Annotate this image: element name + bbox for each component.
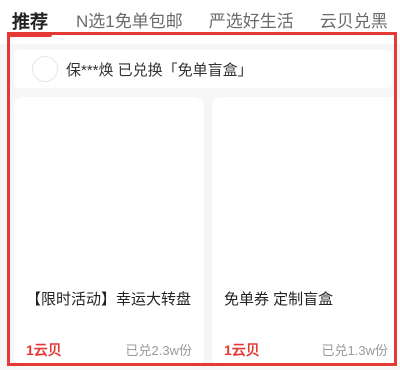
product-image xyxy=(212,97,400,277)
tab-label: 云贝兑黑 xyxy=(319,12,388,31)
tab-recommend[interactable]: 推荐 xyxy=(8,0,52,44)
exchange-notice-text: 保***焕 已兑换「免单盲盒」 xyxy=(66,61,253,79)
tab-cloud-coin-exchange[interactable]: 云贝兑黑 xyxy=(320,0,388,44)
app-screen: 推荐 N选1免单包邮 严选好生活 云贝兑黑 保***焕 已兑换「免单盲盒」 【限… xyxy=(0,0,400,370)
tab-good-life[interactable]: 严选好生活 xyxy=(209,0,294,44)
product-title: 免单券 定制盲盒 xyxy=(224,291,334,308)
product-sold-count: 已兑2.3w份 xyxy=(125,343,192,358)
category-tab-bar: 推荐 N选1免单包邮 严选好生活 云贝兑黑 xyxy=(0,0,400,44)
tab-free-shipping[interactable]: N选1免单包邮 xyxy=(76,0,183,44)
product-card-lucky-wheel[interactable]: 【限时活动】幸运大转盘 1云贝 已兑2.3w份 xyxy=(14,97,204,367)
product-card-blind-box[interactable]: 免单券 定制盲盒 1云贝 已兑1.3w份 xyxy=(212,97,400,367)
tab-label: N选1免单包邮 xyxy=(76,12,183,31)
product-price: 1云贝 xyxy=(224,342,260,358)
product-sold-count: 已兑1.3w份 xyxy=(321,343,388,358)
product-image xyxy=(14,97,204,277)
avatar xyxy=(32,56,58,82)
active-tab-indicator xyxy=(8,33,52,37)
tab-label: 推荐 xyxy=(12,12,48,32)
exchange-notice: 保***焕 已兑换「免单盲盒」 xyxy=(14,50,392,88)
product-title: 【限时活动】幸运大转盘 xyxy=(26,291,192,308)
product-price: 1云贝 xyxy=(26,342,62,358)
tab-label: 严选好生活 xyxy=(208,12,294,31)
